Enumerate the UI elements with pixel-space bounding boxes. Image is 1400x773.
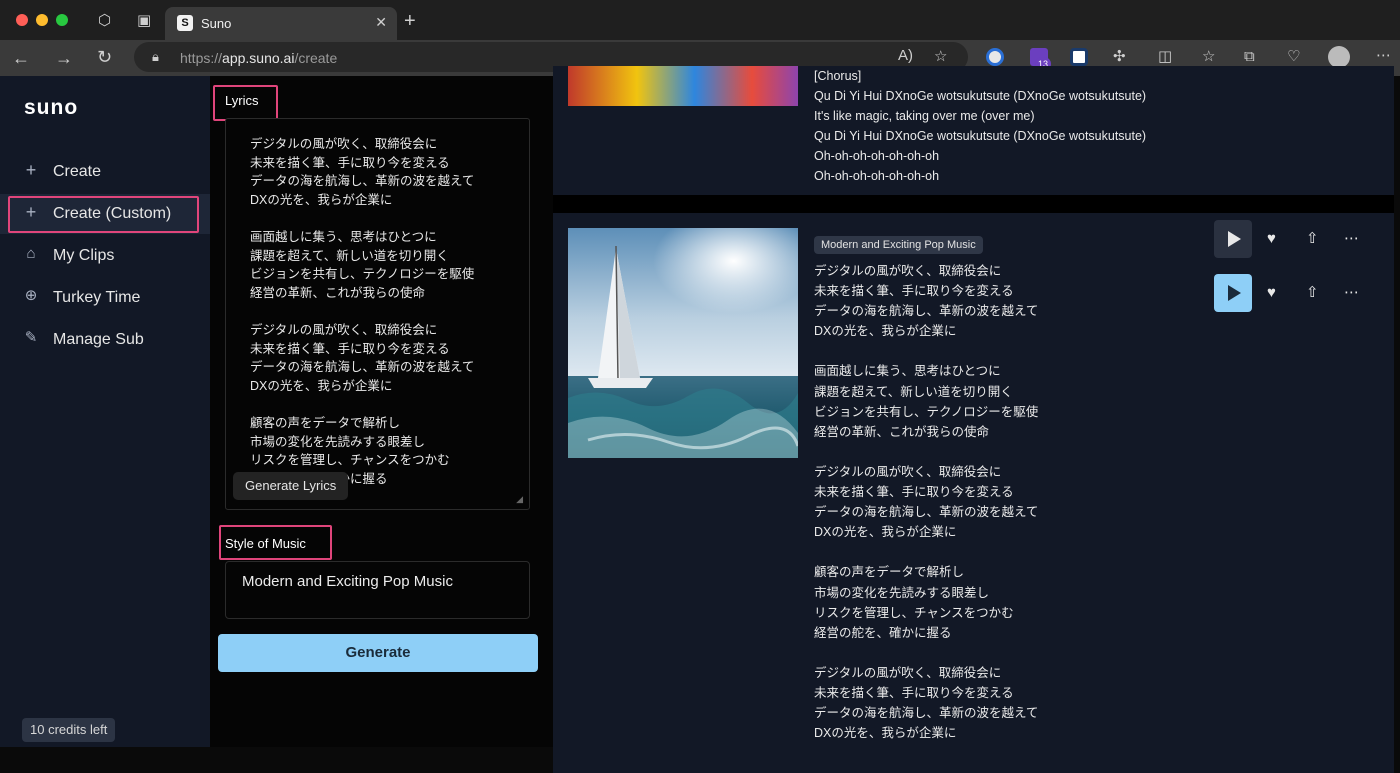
lyrics-text: デジタルの風が吹く、取締役会に 未来を描く筆、手に取り今を変える データの海を航… xyxy=(250,137,475,486)
more-options-icon[interactable]: ⋯ xyxy=(1344,229,1359,247)
song-lyrics: デジタルの風が吹く、取締役会に 未来を描く筆、手に取り今を変える データの海を航… xyxy=(814,264,1039,741)
globe-icon: ⊕ xyxy=(24,287,38,304)
close-tab-icon[interactable]: ✕ xyxy=(375,14,387,31)
song-cover-image[interactable] xyxy=(568,228,798,458)
play-button[interactable] xyxy=(1214,274,1252,312)
style-tag[interactable]: Modern and Exciting Pop Music xyxy=(814,236,983,254)
back-icon[interactable]: ← xyxy=(12,49,30,67)
sidebar: suno + Create + Create (Custom) ⌂ My Cli… xyxy=(0,76,210,747)
collections-icon[interactable]: ⧉ xyxy=(1244,49,1255,64)
bitwarden-icon[interactable] xyxy=(1070,48,1088,66)
resize-handle-icon[interactable]: ◢ xyxy=(516,494,523,505)
generate-button[interactable]: Generate xyxy=(218,634,538,672)
lock-icon[interactable]: 🔒︎ xyxy=(152,49,159,65)
song-lyrics: [Chorus] Qu Di Yi Hui DXnoGe wotsukutsut… xyxy=(814,69,1147,184)
sailboat-image xyxy=(568,228,798,458)
highlight-box xyxy=(213,85,278,121)
browser-tab[interactable]: S Suno ✕ xyxy=(165,7,397,40)
plus-icon: + xyxy=(25,160,37,180)
home-icon: ⌂ xyxy=(26,245,36,262)
lyrics-textarea[interactable]: デジタルの風が吹く、取締役会に 未来を描く筆、手に取り今を変える データの海を航… xyxy=(225,118,530,510)
more-options-icon[interactable]: ⋯ xyxy=(1344,283,1359,301)
browser-tab-bar: ⬡ ▣ S Suno ✕ + xyxy=(0,0,1400,40)
sidebar-item-label: Manage Sub xyxy=(53,331,144,348)
split-screen-icon[interactable]: ◫ xyxy=(1158,49,1172,64)
song-card: [Chorus] Qu Di Yi Hui DXnoGe wotsukutsut… xyxy=(553,66,1394,195)
password-extension-icon[interactable] xyxy=(986,48,1004,66)
song-feed: [Chorus] Qu Di Yi Hui DXnoGe wotsukutsut… xyxy=(553,66,1400,773)
song-card: Modern and Exciting Pop Music デジタルの風が吹く、… xyxy=(553,213,1394,773)
sidebar-item-my-clips[interactable]: ⌂ My Clips xyxy=(0,236,210,276)
minimize-window-button[interactable] xyxy=(36,14,48,26)
maximize-window-button[interactable] xyxy=(56,14,68,26)
app: suno + Create + Create (Custom) ⌂ My Cli… xyxy=(0,66,1400,773)
url-text: https://app.suno.ai/create xyxy=(180,50,338,66)
sidebar-item-turkey-time[interactable]: ⊕ Turkey Time xyxy=(0,278,210,318)
read-aloud-icon[interactable]: A) xyxy=(898,47,913,64)
tab-actions-icon[interactable]: ▣ xyxy=(137,13,151,28)
style-of-music-input[interactable]: Modern and Exciting Pop Music xyxy=(225,561,530,619)
highlight-box xyxy=(219,525,332,560)
favorites-icon[interactable]: ☆ xyxy=(1202,49,1215,64)
tab-title: Suno xyxy=(201,16,232,31)
sidebar-item-manage-sub[interactable]: ✎ Manage Sub xyxy=(0,320,210,360)
extensions-puzzle-icon[interactable]: ✣ xyxy=(1113,49,1126,64)
scrollbar[interactable] xyxy=(1394,76,1400,747)
forward-icon[interactable]: → xyxy=(55,49,73,67)
play-icon xyxy=(1228,231,1241,247)
credits-badge: 10 credits left xyxy=(22,718,116,742)
heart-icon[interactable]: ♥ xyxy=(1267,230,1276,247)
sidebar-item-create[interactable]: + Create xyxy=(0,152,210,192)
suno-logo[interactable]: suno xyxy=(24,96,78,120)
generate-lyrics-button[interactable]: Generate Lyrics xyxy=(233,472,349,500)
song-cover-image[interactable] xyxy=(568,66,798,106)
style-of-music-value: Modern and Exciting Pop Music xyxy=(242,573,453,590)
share-icon[interactable]: ⇧ xyxy=(1306,283,1319,301)
create-form: Lyrics デジタルの風が吹く、取締役会に 未来を描く筆、手に取り今を変える … xyxy=(210,76,553,747)
heart-icon[interactable]: ♥ xyxy=(1267,284,1276,301)
play-icon xyxy=(1228,285,1241,301)
edit-icon: ✎ xyxy=(24,329,38,346)
play-button[interactable] xyxy=(1214,220,1252,258)
new-tab-icon[interactable]: + xyxy=(404,11,416,31)
highlight-box xyxy=(8,196,199,233)
sidebar-item-label: My Clips xyxy=(53,247,115,264)
favorite-star-icon[interactable]: ☆ xyxy=(934,47,947,65)
health-icon[interactable]: ♡ xyxy=(1287,49,1300,64)
profile-avatar-icon[interactable] xyxy=(1328,46,1350,68)
share-icon[interactable]: ⇧ xyxy=(1306,229,1319,247)
workspaces-icon[interactable]: ⬡ xyxy=(98,13,111,28)
settings-more-icon[interactable]: ⋯ xyxy=(1376,48,1391,63)
refresh-icon[interactable]: ↻ xyxy=(97,48,112,66)
sidebar-item-label: Create xyxy=(53,163,102,180)
sidebar-item-label: Turkey Time xyxy=(53,289,141,306)
suno-favicon-icon: S xyxy=(177,15,193,31)
close-window-button[interactable] xyxy=(16,14,28,26)
